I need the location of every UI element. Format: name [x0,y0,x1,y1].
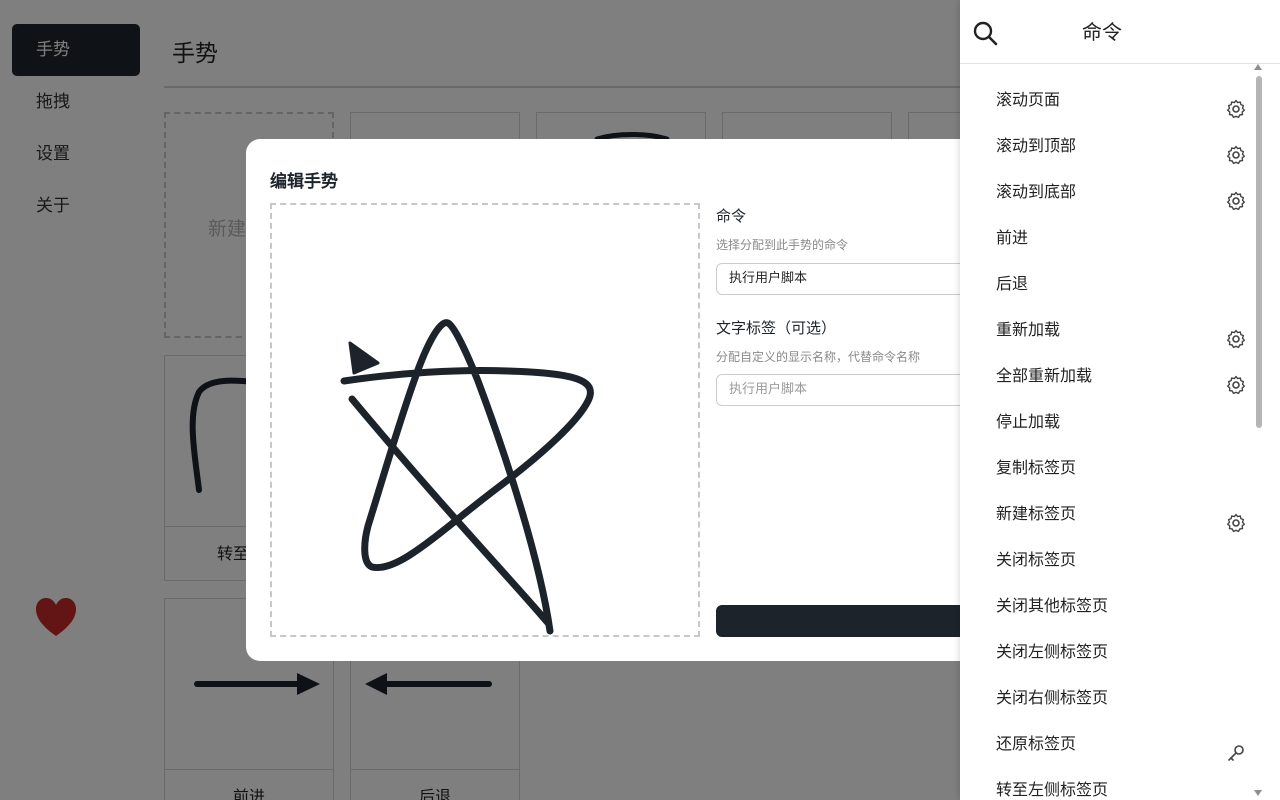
text-label-label: 文字标签（可选） [716,319,837,337]
command-item[interactable]: 关闭其他标签页 [960,583,1260,629]
command-item[interactable]: 转至左侧标签页 [960,767,1260,800]
command-item[interactable]: 滚动页面 [960,77,1260,123]
command-item[interactable]: 复制标签页 [960,445,1260,491]
command-item[interactable]: 全部重新加载 [960,353,1260,399]
gear-icon[interactable] [1226,137,1246,165]
command-item[interactable]: 关闭右侧标签页 [960,675,1260,721]
command-item-label: 滚动到顶部 [996,136,1077,155]
gear-icon[interactable] [1226,321,1246,349]
command-item[interactable]: 后退 [960,261,1260,307]
command-item-label: 新建标签页 [996,504,1077,523]
command-item[interactable]: 前进 [960,215,1260,261]
command-item-label: 复制标签页 [996,458,1077,477]
command-description: 选择分配到此手势的命令 [716,238,849,252]
command-item-label: 后退 [996,274,1029,293]
gear-icon[interactable] [1226,367,1246,395]
gesture-canvas[interactable] [270,203,700,637]
command-item-label: 还原标签页 [996,734,1077,753]
command-panel-header: 命令 [960,0,1280,64]
command-item[interactable]: 重新加载 [960,307,1260,353]
text-label-description: 分配自定义的显示名称，代替命令名称 [716,350,921,364]
command-item-label: 关闭左侧标签页 [996,642,1109,661]
command-item[interactable]: 关闭标签页 [960,537,1260,583]
command-item-label: 关闭标签页 [996,550,1077,569]
scrollbar-thumb[interactable] [1256,76,1262,428]
dialog-title: 编辑手势 [270,172,338,192]
gear-icon[interactable] [1226,91,1246,119]
star-gesture-drawing [340,319,594,635]
command-item[interactable]: 滚动到顶部 [960,123,1260,169]
command-item-label: 滚动页面 [996,90,1061,109]
command-list: 滚动页面滚动到顶部滚动到底部前进后退重新加载全部重新加载 停止加载复制标签页新建标… [960,77,1260,800]
command-item-label: 转至左侧标签页 [996,780,1109,799]
command-panel-title: 命令 [1082,20,1122,44]
command-label: 命令 [716,207,747,225]
command-item[interactable]: 关闭左侧标签页 [960,629,1260,675]
command-item-label: 关闭其他标签页 [996,596,1109,615]
command-item[interactable]: 停止加载 [960,399,1260,445]
command-panel: 命令 滚动页面滚动到顶部滚动到底部前进后退重新加载全部重新加载 停止加载复制标签页… [960,0,1280,800]
command-item-label: 滚动到底部 [996,182,1077,201]
scroll-down-arrow[interactable] [1254,790,1262,796]
gear-icon[interactable] [1226,505,1246,533]
key-icon[interactable] [1226,735,1246,761]
command-item-label: 重新加载 [996,320,1061,339]
command-item[interactable]: 新建标签页 [960,491,1260,537]
command-item-label: 关闭右侧标签页 [996,688,1109,707]
command-item-label: 全部重新加载 [996,366,1093,385]
command-item-label: 前进 [996,228,1029,247]
command-item[interactable]: 滚动到底部 [960,169,1260,215]
command-item-label: 停止加载 [996,412,1061,431]
command-item[interactable]: 还原标签页 [960,721,1260,767]
gear-icon[interactable] [1226,183,1246,211]
scroll-up-arrow[interactable] [1254,64,1262,70]
